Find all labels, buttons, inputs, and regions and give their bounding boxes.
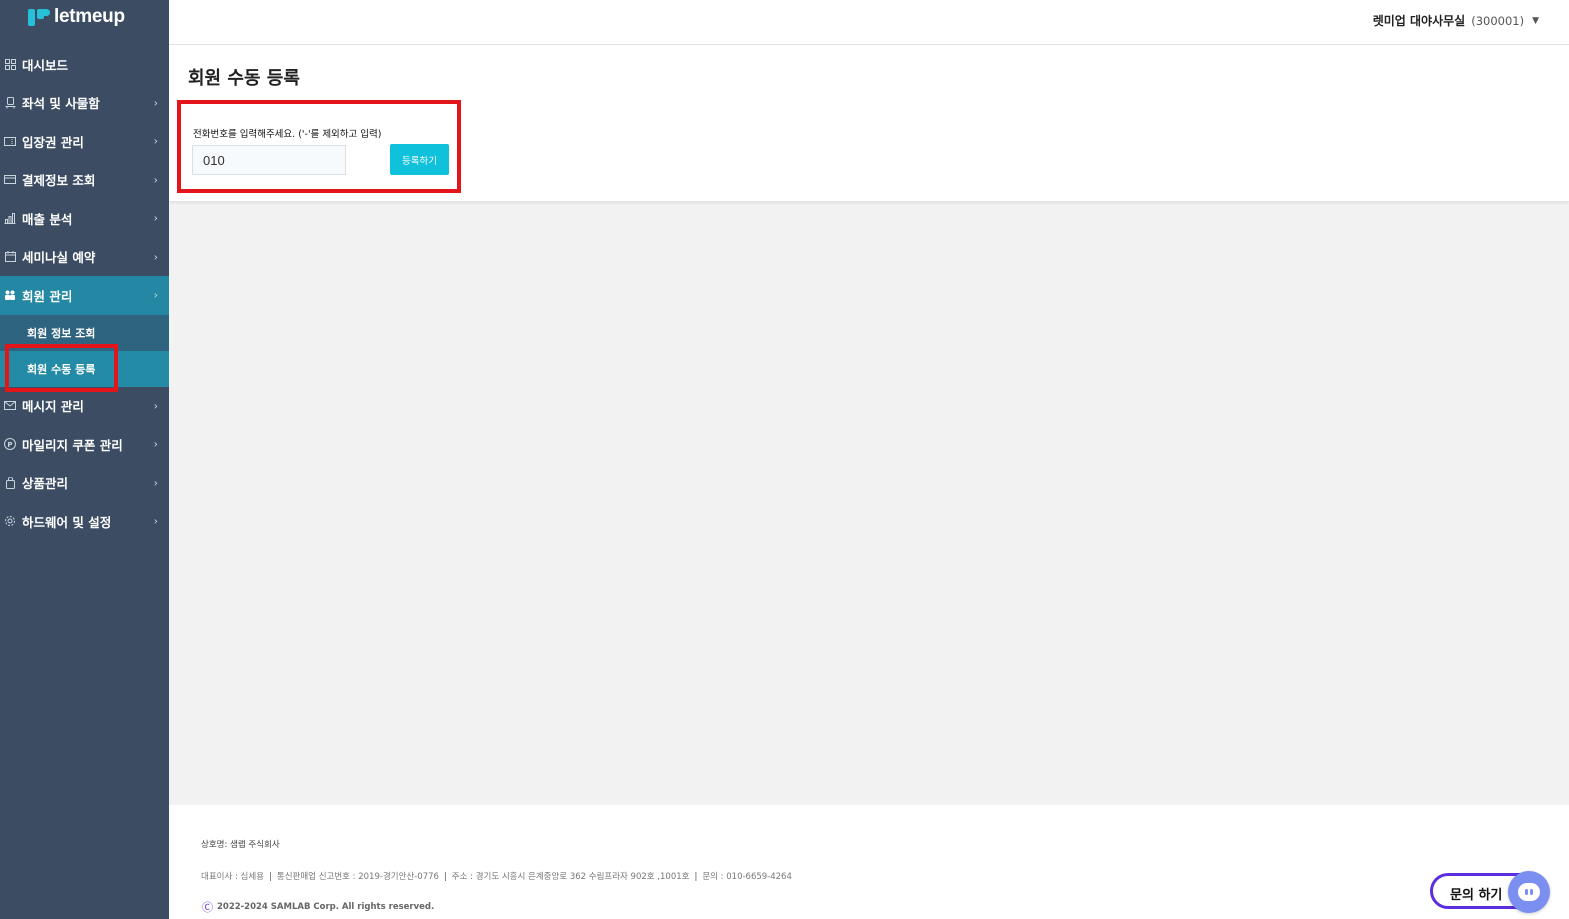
users-icon — [4, 289, 16, 301]
footer-ceo: 대표이사 : 심세용 — [201, 872, 265, 882]
sidebar-item-label: 상품관리 — [22, 476, 69, 492]
logo-text: letmeup — [54, 6, 125, 27]
sidebar-item-dashboard[interactable]: 대시보드 — [0, 45, 169, 84]
footer: 상호명: 샘랩 주식회사 대표이사 : 심세용 | 통신판매업 신고번호 : 201… — [169, 805, 1569, 919]
sidebar-item-label: 좌석 및 사물함 — [22, 96, 100, 112]
seat-icon — [4, 96, 16, 109]
page-title: 회원 수동 등록 — [188, 68, 300, 89]
sidebar-item-label: 세미나실 예약 — [22, 250, 96, 266]
registration-form: 전화번호를 입력해주세요. ('-'를 제외하고 입력) 등록하기 — [177, 100, 461, 193]
sidebar-item-settings[interactable]: 하드웨어 및 설정 › — [0, 502, 169, 541]
main-content: 회원 수동 등록 전화번호를 입력해주세요. ('-'를 제외하고 입력) 등록… — [169, 45, 1569, 201]
sidebar-item-payments[interactable]: 결제정보 조회 › — [0, 161, 169, 200]
sidebar-item-sales[interactable]: 매출 분석 › — [0, 199, 169, 238]
footer-registration: 통신판매업 신고번호 : 2019-경기안산-0776 — [276, 872, 439, 882]
bar-chart-icon — [4, 212, 16, 224]
highlight-box-submenu — [5, 344, 118, 392]
chevron-right-icon: › — [153, 514, 158, 528]
sidebar-item-seminar[interactable]: 세미나실 예약 › — [0, 238, 169, 277]
chevron-right-icon: › — [153, 173, 158, 187]
inquiry-label: 문의 하기 — [1450, 888, 1503, 903]
phone-label: 전화번호를 입력해주세요. ('-'를 제외하고 입력) — [193, 129, 382, 140]
sidebar-menu: 대시보드 좌석 및 사물함 › 입장권 관리 › 결제정보 조회 › 매출 분석… — [0, 45, 169, 541]
sidebar-item-label: 결제정보 조회 — [22, 173, 96, 189]
chevron-right-icon: › — [153, 476, 158, 490]
phone-input[interactable] — [192, 145, 346, 175]
chevron-right-icon: › — [153, 399, 158, 413]
sidebar-item-seats[interactable]: 좌석 및 사물함 › — [0, 84, 169, 123]
store-id: (300001) — [1471, 13, 1525, 28]
footer-info: 대표이사 : 심세용 | 통신판매업 신고번호 : 2019-경기안산-0776 | 주… — [201, 872, 792, 882]
top-bar: 렛미업 대야사무실 (300001) ▼ — [169, 0, 1569, 45]
chat-icon[interactable] — [1508, 871, 1550, 913]
calendar-icon — [4, 251, 16, 263]
sidebar-item-label: 입장권 관리 — [22, 134, 84, 150]
sidebar-item-tickets[interactable]: 입장권 관리 › — [0, 122, 169, 161]
sidebar-item-label: 회원 관리 — [22, 288, 73, 304]
mail-icon — [4, 400, 16, 412]
chevron-right-icon: › — [153, 211, 158, 225]
store-name: 렛미업 대야사무실 — [1372, 14, 1466, 28]
sidebar-item-label: 매출 분석 — [22, 211, 73, 227]
sidebar-item-messages[interactable]: 메시지 관리 › — [0, 387, 169, 426]
store-selector[interactable]: 렛미업 대야사무실 (300001) ▼ — [1373, 12, 1539, 29]
sidebar-item-members[interactable]: 회원 관리 › — [0, 276, 169, 315]
footer-address: 주소 : 경기도 시흥시 은계중앙로 362 수림프라자 902호 ,1001호 — [451, 872, 690, 882]
bag-icon — [4, 476, 16, 489]
chevron-right-icon: › — [153, 288, 158, 302]
footer-company: 상호명: 샘랩 주식회사 — [201, 840, 280, 850]
sidebar-item-label: 메시지 관리 — [22, 399, 84, 415]
register-button[interactable]: 등록하기 — [390, 144, 449, 175]
svg-text:P: P — [7, 441, 12, 449]
sidebar-item-mileage[interactable]: P 마일리지 쿠폰 관리 › — [0, 425, 169, 464]
ticket-icon — [4, 135, 16, 147]
logo-icon — [28, 8, 50, 26]
footer-copyright: Ⓒ 2022-2024 SAMLAB Corp. All rights rese… — [202, 899, 434, 915]
sidebar-item-label: 마일리지 쿠폰 관리 — [22, 437, 123, 453]
gear-icon — [4, 515, 16, 527]
chevron-right-icon: › — [153, 437, 158, 451]
chevron-right-icon: › — [153, 134, 158, 148]
sidebar-item-label: 대시보드 — [22, 57, 69, 73]
sidebar-item-label: 하드웨어 및 설정 — [22, 514, 112, 530]
caret-down-icon: ▼ — [1532, 15, 1539, 26]
chevron-right-icon: › — [153, 96, 158, 110]
submenu-item-label: 회원 정보 조회 — [27, 326, 96, 340]
chat-bubble-icon — [1518, 883, 1540, 901]
grid-icon — [4, 58, 16, 70]
footer-contact: 문의 : 010-6659-4264 — [702, 872, 792, 882]
copyright-icon: Ⓒ — [202, 901, 213, 914]
card-icon — [4, 174, 16, 186]
copyright-text: 2022-2024 SAMLAB Corp. All rights reserv… — [217, 902, 435, 912]
sidebar-item-products[interactable]: 상품관리 › — [0, 464, 169, 503]
sidebar: letmeup 대시보드 좌석 및 사물함 › 입장권 관리 › 결제정보 조회… — [0, 0, 169, 919]
p-coin-icon: P — [4, 438, 16, 451]
chevron-right-icon: › — [153, 250, 158, 264]
logo[interactable]: letmeup — [28, 6, 125, 28]
